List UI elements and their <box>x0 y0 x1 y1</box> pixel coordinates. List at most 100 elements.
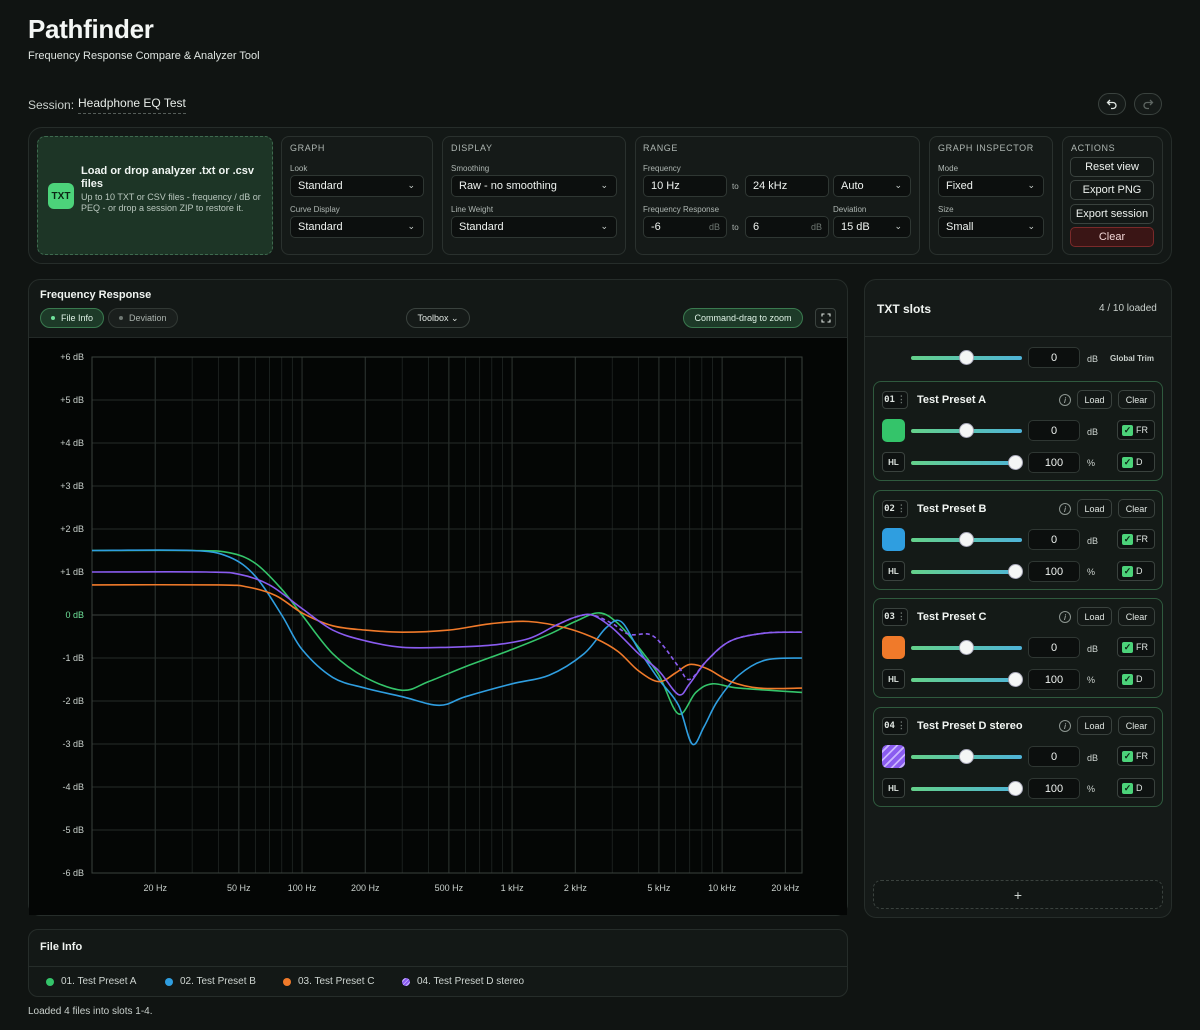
info-icon[interactable]: i <box>1059 394 1071 406</box>
redo-button[interactable] <box>1134 93 1162 115</box>
slot-trim-slider-handle[interactable] <box>960 424 973 437</box>
highlight-button[interactable]: HL <box>882 561 905 581</box>
look-value: Standard <box>298 180 343 192</box>
d-checkbox[interactable]: ✓ D <box>1117 452 1155 472</box>
slot-level-input[interactable]: 100 <box>1028 669 1080 690</box>
reset-view-button[interactable]: Reset view <box>1070 157 1154 177</box>
slot-load-button[interactable]: Load <box>1077 607 1112 626</box>
check-icon: ✓ <box>1122 533 1133 545</box>
slot-clear-button[interactable]: Clear <box>1118 716 1155 735</box>
look-select[interactable]: Standard ⌄ <box>290 175 424 197</box>
chevron-down-icon: ⌄ <box>1027 221 1035 231</box>
info-icon[interactable]: i <box>1059 503 1071 515</box>
fr-checkbox[interactable]: ✓ FR <box>1117 746 1155 766</box>
curve-display-label: Curve Display <box>290 205 340 214</box>
range-to-label: to <box>732 182 739 191</box>
fr-label: FR <box>1136 534 1148 544</box>
slot-load-button[interactable]: Load <box>1077 390 1112 409</box>
slot-card: 01 ⋮ Test Preset Ai Load Clear 0 dB ✓ FR HL 100% ✓ D <box>873 381 1163 481</box>
slot-color-swatch[interactable] <box>882 745 905 768</box>
slot-color-swatch[interactable] <box>882 636 905 659</box>
fr-max-input[interactable]: 6 dB <box>745 216 829 238</box>
slot-trim-slider-handle[interactable] <box>960 641 973 654</box>
info-icon[interactable]: i <box>1059 720 1071 732</box>
deviation-select[interactable]: 15 dB ⌄ <box>833 216 911 238</box>
slot-clear-button[interactable]: Clear <box>1118 390 1155 409</box>
d-checkbox[interactable]: ✓ D <box>1117 778 1155 798</box>
frequency-mode-select[interactable]: Auto ⌄ <box>833 175 911 197</box>
tab-deviation[interactable]: Deviation <box>108 308 178 328</box>
slot-trim-input[interactable]: 0 <box>1028 746 1080 767</box>
fr-label: FR <box>1136 751 1148 761</box>
highlight-button[interactable]: HL <box>882 778 905 798</box>
fr-checkbox[interactable]: ✓ FR <box>1117 420 1155 440</box>
slot-trim-input[interactable]: 0 <box>1028 420 1080 441</box>
tab-file-info[interactable]: File Info <box>40 308 105 328</box>
slot-number-handle[interactable]: 01 ⋮ <box>882 391 908 409</box>
highlight-button[interactable]: HL <box>882 452 905 472</box>
session-name-field[interactable]: Headphone EQ Test <box>78 96 186 114</box>
slot-level-input[interactable]: 100 <box>1028 452 1080 473</box>
slot-level-slider-handle[interactable] <box>1009 673 1022 686</box>
slot-level-slider[interactable] <box>911 461 1022 465</box>
slot-level-input[interactable]: 100 <box>1028 778 1080 799</box>
slot-load-button[interactable]: Load <box>1077 716 1112 735</box>
slot-number-handle[interactable]: 03 ⋮ <box>882 608 908 626</box>
fr-checkbox[interactable]: ✓ FR <box>1117 529 1155 549</box>
undo-button[interactable] <box>1098 93 1126 115</box>
clear-button[interactable]: Clear <box>1070 227 1154 247</box>
info-icon[interactable]: i <box>1059 611 1071 623</box>
graph-card-title: GRAPH <box>290 143 326 153</box>
slot-color-swatch[interactable] <box>882 528 905 551</box>
frequency-to-input[interactable]: 24 kHz <box>745 175 829 197</box>
file-info-label: 02. Test Preset B <box>180 976 256 987</box>
global-trim-input[interactable]: 0 <box>1028 347 1080 368</box>
slot-trim-input[interactable]: 0 <box>1028 529 1080 550</box>
export-session-button[interactable]: Export session <box>1070 204 1154 224</box>
add-slot-button[interactable]: + <box>873 880 1163 909</box>
slot-level-slider[interactable] <box>911 787 1022 791</box>
slot-clear-button[interactable]: Clear <box>1118 499 1155 518</box>
fr-checkbox[interactable]: ✓ FR <box>1117 637 1155 657</box>
d-label: D <box>1136 566 1143 576</box>
slot-color-swatch[interactable] <box>882 419 905 442</box>
file-drop-zone[interactable]: TXT Load or drop analyzer .txt or .csv f… <box>37 136 273 255</box>
slot-number-handle[interactable]: 04 ⋮ <box>882 717 908 735</box>
line-weight-select[interactable]: Standard ⌄ <box>451 216 617 238</box>
d-checkbox[interactable]: ✓ D <box>1117 669 1155 689</box>
slot-level-slider[interactable] <box>911 678 1022 682</box>
curve-display-value: Standard <box>298 221 343 233</box>
chevron-down-icon: ⌄ <box>894 180 902 190</box>
d-label: D <box>1136 783 1143 793</box>
deviation-label: Deviation <box>833 205 867 214</box>
fr-min-input[interactable]: -6 dB <box>643 216 727 238</box>
slot-level-slider-handle[interactable] <box>1009 456 1022 469</box>
slots-count: 4 / 10 loaded <box>1099 303 1157 314</box>
slot-number-handle[interactable]: 02 ⋮ <box>882 500 908 518</box>
slot-level-unit: % <box>1087 458 1096 468</box>
slot-clear-button[interactable]: Clear <box>1118 607 1155 626</box>
slot-level-slider[interactable] <box>911 570 1022 574</box>
d-checkbox[interactable]: ✓ D <box>1117 561 1155 581</box>
global-trim-slider-handle[interactable] <box>960 351 973 364</box>
inspector-mode-select[interactable]: Fixed ⌄ <box>938 175 1044 197</box>
session-label: Session: <box>28 98 75 112</box>
toolbox-dropdown[interactable]: Toolbox ⌄ <box>406 308 470 328</box>
slot-level-slider-handle[interactable] <box>1009 782 1022 795</box>
highlight-button[interactable]: HL <box>882 669 905 689</box>
inspector-size-select[interactable]: Small ⌄ <box>938 216 1044 238</box>
slot-trim-input[interactable]: 0 <box>1028 637 1080 658</box>
export-png-button[interactable]: Export PNG <box>1070 180 1154 200</box>
slot-level-input[interactable]: 100 <box>1028 561 1080 582</box>
slots-title: TXT slots <box>877 302 932 316</box>
slot-load-button[interactable]: Load <box>1077 499 1112 518</box>
smoothing-select[interactable]: Raw - no smoothing ⌄ <box>451 175 617 197</box>
slot-level-slider-handle[interactable] <box>1009 565 1022 578</box>
frequency-from-input[interactable]: 10 Hz <box>643 175 727 197</box>
fullscreen-button[interactable] <box>815 308 836 328</box>
frequency-response-chart[interactable]: 20 Hz 50 Hz 100 Hz 200 Hz 500 Hz 1 kHz 2 kHz 5 … <box>29 337 847 915</box>
y-tick-label: -1 dB <box>62 653 84 663</box>
curve-display-select[interactable]: Standard ⌄ <box>290 216 424 238</box>
slot-trim-slider-handle[interactable] <box>960 533 973 546</box>
slot-trim-slider-handle[interactable] <box>960 750 973 763</box>
